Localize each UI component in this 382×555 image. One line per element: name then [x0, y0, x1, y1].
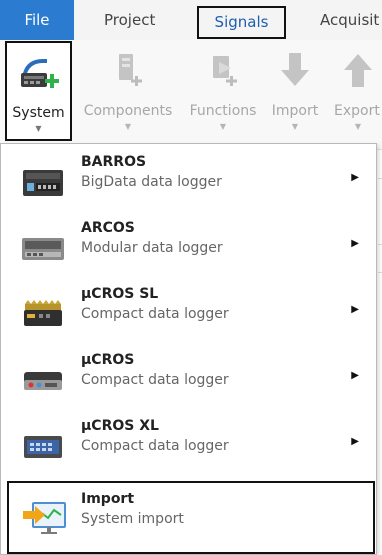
system-button[interactable]: System ▼	[5, 41, 72, 141]
tab-acquisition[interactable]: Acquisit	[320, 0, 379, 40]
tab-project[interactable]: Project	[104, 0, 155, 40]
components-button[interactable]: Components ▼	[82, 40, 174, 140]
ucros-device-icon	[19, 364, 67, 398]
tab-file[interactable]: File	[0, 0, 74, 40]
chevron-right-icon: ▶	[351, 238, 359, 249]
functions-button[interactable]: Functions ▼	[184, 40, 262, 140]
menu-item-subtitle: Compact data logger	[81, 438, 229, 454]
chevron-down-icon: ▼	[219, 122, 227, 131]
system-add-icon	[17, 53, 61, 97]
divider	[378, 272, 382, 273]
export-arrow-icon	[338, 50, 378, 94]
export-button-label: Export	[334, 103, 380, 119]
menu-item-title: BARROS	[81, 154, 147, 170]
chevron-down-icon: ▼	[124, 122, 132, 131]
chevron-down-icon: ▼	[291, 122, 299, 131]
arcos-device-icon	[19, 232, 67, 266]
chevron-right-icon: ▶	[351, 172, 359, 183]
ucros-xl-device-icon	[19, 430, 67, 464]
menu-item-title: µCROS	[81, 352, 135, 368]
functions-button-label: Functions	[189, 103, 257, 119]
menu-item-subtitle: System import	[81, 511, 184, 527]
divider	[378, 244, 382, 245]
menu-item-subtitle: Modular data logger	[81, 240, 223, 256]
ribbon-tab-bar: File Project Signals Acquisit	[0, 0, 382, 40]
menu-item-title: ARCOS	[81, 220, 135, 236]
chevron-down-icon: ▼	[35, 124, 42, 133]
menu-item-arcos[interactable]: ARCOS Modular data logger ▶	[9, 214, 375, 280]
import-arrow-icon	[275, 50, 315, 94]
menu-item-import[interactable]: Import System import	[7, 481, 375, 554]
system-button-label: System	[12, 105, 65, 121]
chevron-right-icon: ▶	[351, 370, 359, 381]
import-button[interactable]: Import ▼	[268, 40, 322, 140]
components-add-icon	[108, 50, 148, 94]
ucros-sl-device-icon	[19, 298, 67, 332]
components-button-label: Components	[83, 103, 173, 119]
menu-item-ucros[interactable]: µCROS Compact data logger ▶	[9, 346, 375, 412]
chevron-right-icon: ▶	[351, 304, 359, 315]
menu-item-subtitle: BigData data logger	[81, 174, 222, 190]
system-dropdown-menu: BARROS BigData data logger ▶ ARCOS Modul…	[0, 143, 377, 555]
menu-item-title: Import	[81, 491, 135, 507]
chevron-right-icon: ▶	[351, 436, 359, 447]
system-import-icon	[21, 499, 69, 534]
chevron-down-icon: ▼	[354, 122, 362, 131]
menu-item-subtitle: Compact data logger	[81, 306, 229, 322]
divider	[378, 178, 382, 179]
ribbon-toolbar: System ▼ Components ▼ Functions ▼ Import…	[0, 40, 382, 150]
export-button[interactable]: Export ▼	[330, 40, 382, 140]
barros-device-icon	[19, 166, 67, 200]
tab-signals[interactable]: Signals	[197, 6, 286, 39]
menu-item-barros[interactable]: BARROS BigData data logger ▶	[9, 148, 375, 214]
functions-add-icon	[203, 50, 243, 94]
menu-item-ucros-xl[interactable]: µCROS XL Compact data logger ▶	[9, 412, 375, 478]
import-button-label: Import	[271, 103, 319, 119]
menu-item-title: µCROS SL	[81, 286, 159, 302]
menu-item-ucros-sl[interactable]: µCROS SL Compact data logger ▶	[9, 280, 375, 346]
menu-item-subtitle: Compact data logger	[81, 372, 229, 388]
menu-item-title: µCROS XL	[81, 418, 159, 434]
